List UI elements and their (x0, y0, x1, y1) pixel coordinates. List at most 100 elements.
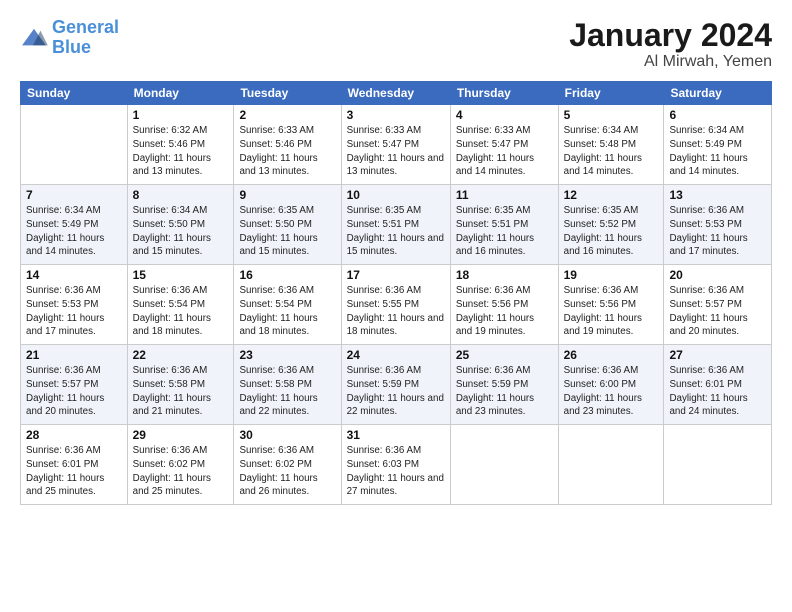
header: General Blue January 2024 Al Mirwah, Yem… (20, 18, 772, 71)
day-info: Sunrise: 6:36 AMSunset: 5:53 PMDaylight:… (669, 204, 766, 259)
logo-text: General Blue (52, 18, 119, 58)
calendar-cell: 11Sunrise: 6:35 AMSunset: 5:51 PMDayligh… (450, 185, 558, 265)
day-number: 16 (239, 268, 335, 282)
day-number: 23 (239, 348, 335, 362)
logo-line2: Blue (52, 37, 91, 57)
month-title: January 2024 (569, 18, 772, 53)
calendar-cell: 21 Sunrise: 6:36 AMSunset: 5:57 PMDayligh… (21, 345, 128, 425)
day-info: Sunrise: 6:36 AMSunset: 6:02 PMDaylight:… (133, 444, 229, 499)
calendar-cell (21, 105, 128, 185)
day-number: 27 (669, 348, 766, 362)
day-number: 3 (347, 108, 445, 122)
day-info: Sunrise: 6:36 AMSunset: 5:55 PMDaylight:… (347, 284, 445, 339)
header-wednesday: Wednesday (341, 82, 450, 105)
day-info: Sunrise: 6:36 AMSunset: 6:01 PMDaylight:… (669, 364, 766, 419)
calendar-cell: 2Sunrise: 6:33 AMSunset: 5:46 PMDaylight… (234, 105, 341, 185)
day-number: 1 (133, 108, 229, 122)
calendar-week-4: 21 Sunrise: 6:36 AMSunset: 5:57 PMDayligh… (21, 345, 772, 425)
calendar-header-row: SundayMondayTuesdayWednesdayThursdayFrid… (21, 82, 772, 105)
calendar-cell: 17 Sunrise: 6:36 AMSunset: 5:55 PMDayligh… (341, 265, 450, 345)
calendar-week-2: 7Sunrise: 6:34 AMSunset: 5:49 PMDaylight… (21, 185, 772, 265)
day-info: Sunrise: 6:32 AMSunset: 5:46 PMDaylight:… (133, 124, 229, 179)
day-info: Sunrise: 6:36 AMSunset: 5:57 PMDaylight:… (669, 284, 766, 339)
calendar-cell (664, 425, 772, 505)
day-info: Sunrise: 6:36 AMSunset: 5:54 PMDaylight:… (239, 284, 335, 339)
day-number: 10 (347, 188, 445, 202)
calendar-cell: 4 Sunrise: 6:33 AMSunset: 5:47 PMDaylight… (450, 105, 558, 185)
logo-line1: General (52, 17, 119, 37)
header-monday: Monday (127, 82, 234, 105)
calendar-cell: 1 Sunrise: 6:32 AMSunset: 5:46 PMDaylight… (127, 105, 234, 185)
calendar-week-3: 14Sunrise: 6:36 AMSunset: 5:53 PMDayligh… (21, 265, 772, 345)
calendar-cell: 5Sunrise: 6:34 AMSunset: 5:48 PMDaylight… (558, 105, 664, 185)
calendar-cell: 26 Sunrise: 6:36 AMSunset: 6:00 PMDayligh… (558, 345, 664, 425)
calendar-cell: 9Sunrise: 6:35 AMSunset: 5:50 PMDaylight… (234, 185, 341, 265)
title-block: January 2024 Al Mirwah, Yemen (569, 18, 772, 71)
day-info: Sunrise: 6:35 AMSunset: 5:50 PMDaylight:… (239, 204, 335, 259)
day-number: 24 (347, 348, 445, 362)
day-number: 5 (564, 108, 659, 122)
day-number: 25 (456, 348, 553, 362)
day-number: 18 (456, 268, 553, 282)
calendar-week-1: 1 Sunrise: 6:32 AMSunset: 5:46 PMDaylight… (21, 105, 772, 185)
day-number: 4 (456, 108, 553, 122)
day-number: 29 (133, 428, 229, 442)
calendar-cell: 8Sunrise: 6:34 AMSunset: 5:50 PMDaylight… (127, 185, 234, 265)
location: Al Mirwah, Yemen (569, 53, 772, 71)
calendar-cell: 18 Sunrise: 6:36 AMSunset: 5:56 PMDayligh… (450, 265, 558, 345)
day-info: Sunrise: 6:36 AMSunset: 5:58 PMDaylight:… (239, 364, 335, 419)
day-number: 12 (564, 188, 659, 202)
day-number: 13 (669, 188, 766, 202)
calendar-cell (558, 425, 664, 505)
day-number: 26 (564, 348, 659, 362)
day-info: Sunrise: 6:35 AMSunset: 5:52 PMDaylight:… (564, 204, 659, 259)
day-info: Sunrise: 6:36 AMSunset: 6:01 PMDaylight:… (26, 444, 122, 499)
calendar-cell: 3Sunrise: 6:33 AMSunset: 5:47 PMDaylight… (341, 105, 450, 185)
header-sunday: Sunday (21, 82, 128, 105)
calendar-week-5: 28 Sunrise: 6:36 AMSunset: 6:01 PMDayligh… (21, 425, 772, 505)
day-number: 28 (26, 428, 122, 442)
day-number: 31 (347, 428, 445, 442)
day-number: 8 (133, 188, 229, 202)
logo: General Blue (20, 18, 119, 58)
day-info: Sunrise: 6:36 AMSunset: 5:56 PMDaylight:… (456, 284, 553, 339)
day-info: Sunrise: 6:35 AMSunset: 5:51 PMDaylight:… (347, 204, 445, 259)
header-friday: Friday (558, 82, 664, 105)
day-info: Sunrise: 6:36 AMSunset: 5:58 PMDaylight:… (133, 364, 229, 419)
calendar-cell: 31 Sunrise: 6:36 AMSunset: 6:03 PMDayligh… (341, 425, 450, 505)
day-info: Sunrise: 6:36 AMSunset: 5:56 PMDaylight:… (564, 284, 659, 339)
calendar-cell: 12 Sunrise: 6:35 AMSunset: 5:52 PMDayligh… (558, 185, 664, 265)
calendar-cell: 20 Sunrise: 6:36 AMSunset: 5:57 PMDayligh… (664, 265, 772, 345)
day-number: 20 (669, 268, 766, 282)
calendar-cell: 6Sunrise: 6:34 AMSunset: 5:49 PMDaylight… (664, 105, 772, 185)
calendar-cell: 25Sunrise: 6:36 AMSunset: 5:59 PMDayligh… (450, 345, 558, 425)
day-info: Sunrise: 6:36 AMSunset: 6:03 PMDaylight:… (347, 444, 445, 499)
calendar-cell: 22 Sunrise: 6:36 AMSunset: 5:58 PMDayligh… (127, 345, 234, 425)
day-number: 30 (239, 428, 335, 442)
page: General Blue January 2024 Al Mirwah, Yem… (0, 0, 792, 612)
day-number: 22 (133, 348, 229, 362)
calendar-cell: 27 Sunrise: 6:36 AMSunset: 6:01 PMDayligh… (664, 345, 772, 425)
header-thursday: Thursday (450, 82, 558, 105)
calendar-cell: 29 Sunrise: 6:36 AMSunset: 6:02 PMDayligh… (127, 425, 234, 505)
day-info: Sunrise: 6:33 AMSunset: 5:47 PMDaylight:… (456, 124, 553, 179)
day-info: Sunrise: 6:36 AMSunset: 5:57 PMDaylight:… (26, 364, 122, 419)
calendar-cell: 19Sunrise: 6:36 AMSunset: 5:56 PMDayligh… (558, 265, 664, 345)
calendar-cell: 13 Sunrise: 6:36 AMSunset: 5:53 PMDayligh… (664, 185, 772, 265)
calendar-cell: 15 Sunrise: 6:36 AMSunset: 5:54 PMDayligh… (127, 265, 234, 345)
calendar-cell: 24Sunrise: 6:36 AMSunset: 5:59 PMDayligh… (341, 345, 450, 425)
day-info: Sunrise: 6:36 AMSunset: 6:00 PMDaylight:… (564, 364, 659, 419)
header-saturday: Saturday (664, 82, 772, 105)
day-info: Sunrise: 6:36 AMSunset: 6:02 PMDaylight:… (239, 444, 335, 499)
calendar-cell: 16 Sunrise: 6:36 AMSunset: 5:54 PMDayligh… (234, 265, 341, 345)
day-number: 21 (26, 348, 122, 362)
calendar-table: SundayMondayTuesdayWednesdayThursdayFrid… (20, 81, 772, 505)
calendar-cell: 30 Sunrise: 6:36 AMSunset: 6:02 PMDayligh… (234, 425, 341, 505)
day-info: Sunrise: 6:36 AMSunset: 5:54 PMDaylight:… (133, 284, 229, 339)
day-number: 17 (347, 268, 445, 282)
day-number: 15 (133, 268, 229, 282)
day-number: 7 (26, 188, 122, 202)
day-number: 2 (239, 108, 335, 122)
logo-icon (20, 27, 48, 49)
day-number: 6 (669, 108, 766, 122)
